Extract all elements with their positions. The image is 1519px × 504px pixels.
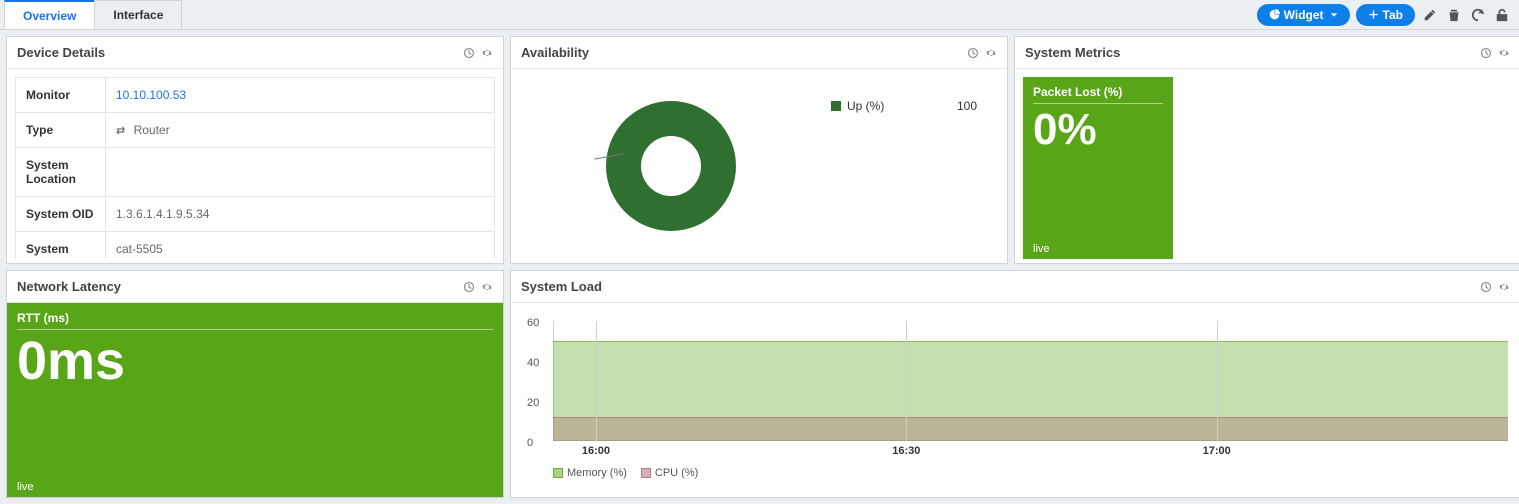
system-load-legend: Memory (%) CPU (%) xyxy=(553,467,1508,479)
plus-icon xyxy=(1368,9,1379,20)
panel-availability: Availability Up (%) 100 xyxy=(510,36,1008,264)
history-icon[interactable] xyxy=(463,47,475,59)
panel-title: System Metrics xyxy=(1025,45,1120,60)
gear-icon[interactable] xyxy=(1498,47,1510,59)
legend-swatch-memory xyxy=(553,468,563,478)
row-label: System xyxy=(16,232,106,260)
tab-overview[interactable]: Overview xyxy=(4,0,95,29)
trash-icon[interactable] xyxy=(1445,6,1463,24)
card-value: 0ms xyxy=(17,334,493,388)
row-label: System Location xyxy=(16,148,106,197)
panel-system-metrics: System Metrics Packet Lost (%) 0% live xyxy=(1014,36,1519,264)
legend-row-up: Up (%) 100 xyxy=(831,99,987,113)
y-tick: 20 xyxy=(527,397,539,409)
tab-interface[interactable]: Interface xyxy=(94,0,182,29)
packet-loss-card: Packet Lost (%) 0% live xyxy=(1023,77,1173,259)
series-cpu xyxy=(553,417,1508,441)
legend-label: Memory (%) xyxy=(567,467,627,479)
card-title: Packet Lost (%) xyxy=(1033,85,1163,104)
add-tab-button[interactable]: Tab xyxy=(1356,4,1415,26)
availability-donut xyxy=(606,101,736,231)
legend-label: CPU (%) xyxy=(655,467,698,479)
widget-button-label: Widget xyxy=(1284,8,1324,22)
panel-system-load: System Load 60 40 20 0 xyxy=(510,270,1519,498)
monitor-link[interactable]: 10.10.100.53 xyxy=(116,88,186,102)
history-icon[interactable] xyxy=(1480,281,1492,293)
tab-label: Interface xyxy=(113,8,163,22)
card-footer: live xyxy=(17,481,34,493)
pie-chart-icon xyxy=(1269,9,1280,20)
card-footer: live xyxy=(1033,243,1050,255)
y-tick: 40 xyxy=(527,357,539,369)
rtt-card: RTT (ms) 0ms live xyxy=(7,303,503,497)
legend-swatch-cpu xyxy=(641,468,651,478)
panel-title: System Load xyxy=(521,279,602,294)
legend-value: 100 xyxy=(957,99,987,113)
panel-title: Device Details xyxy=(17,45,105,60)
gear-icon[interactable] xyxy=(481,47,493,59)
tab-bar: Overview Interface Widget Tab xyxy=(0,0,1519,30)
caret-down-icon xyxy=(1330,11,1338,19)
row-value: ⇄ Router xyxy=(106,113,495,148)
unlock-icon[interactable] xyxy=(1493,6,1511,24)
history-icon[interactable] xyxy=(463,281,475,293)
legend-swatch-up xyxy=(831,101,841,111)
y-tick: 0 xyxy=(527,437,533,449)
system-load-chart: 60 40 20 0 16:00 16:30 17:00 xyxy=(553,321,1508,441)
row-value: 1.3.6.1.4.1.9.5.34 xyxy=(106,197,495,232)
history-icon[interactable] xyxy=(1480,47,1492,59)
row-label: Type xyxy=(16,113,106,148)
x-tick: 16:00 xyxy=(582,445,610,457)
card-value: 0% xyxy=(1033,108,1163,152)
row-value: cat-5505 xyxy=(106,232,495,260)
card-title: RTT (ms) xyxy=(17,311,493,330)
tab-button-label: Tab xyxy=(1383,8,1403,22)
x-tick: 17:00 xyxy=(1203,445,1231,457)
add-widget-button[interactable]: Widget xyxy=(1257,4,1350,26)
y-tick: 60 xyxy=(527,317,539,329)
gear-icon[interactable] xyxy=(985,47,997,59)
tab-label: Overview xyxy=(23,9,76,23)
panel-title: Network Latency xyxy=(17,279,121,294)
gear-icon[interactable] xyxy=(481,281,493,293)
edit-icon[interactable] xyxy=(1421,6,1439,24)
row-value xyxy=(106,148,495,197)
router-icon: ⇄ xyxy=(116,124,124,137)
panel-device-details: Device Details Monitor 10.10.100.53 Type… xyxy=(6,36,504,264)
panel-network-latency: Network Latency RTT (ms) 0ms live xyxy=(6,270,504,498)
x-tick: 16:30 xyxy=(892,445,920,457)
history-icon[interactable] xyxy=(967,47,979,59)
device-details-table: Monitor 10.10.100.53 Type ⇄ Router Syste… xyxy=(15,77,495,259)
gear-icon[interactable] xyxy=(1498,281,1510,293)
legend-label: Up (%) xyxy=(847,99,884,113)
row-label: Monitor xyxy=(16,78,106,113)
panel-title: Availability xyxy=(521,45,589,60)
row-label: System OID xyxy=(16,197,106,232)
refresh-icon[interactable] xyxy=(1469,6,1487,24)
